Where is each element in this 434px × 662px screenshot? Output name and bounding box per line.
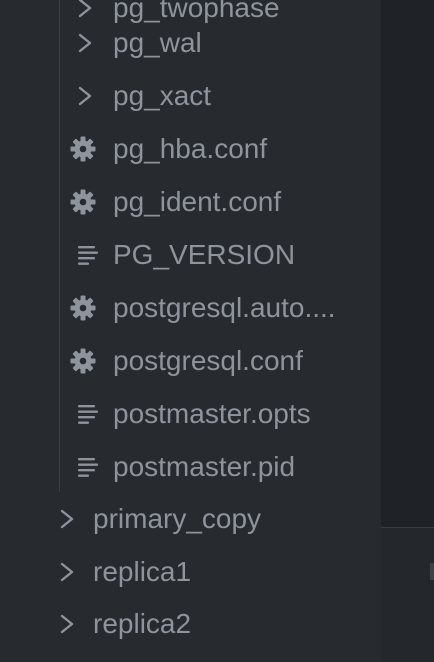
tree-item-label: postgresql.conf — [113, 344, 303, 376]
tree-item-pg-hba-conf[interactable]: pg_hba.conf — [0, 122, 381, 175]
tree-item-postmaster-pid[interactable]: postmaster.pid — [0, 440, 381, 493]
tree-item-label: replica2 — [93, 607, 192, 639]
tree-item-postgresql-auto-conf[interactable]: postgresql.auto.... — [0, 281, 381, 334]
tree-item-label: pg_wal — [113, 26, 202, 58]
tree-item-label: pg_hba.conf — [113, 132, 268, 164]
gear-icon — [70, 136, 96, 161]
chevron-right-icon[interactable] — [76, 29, 94, 57]
tree-item-postgresql-conf[interactable]: postgresql.conf — [0, 334, 381, 387]
app-window: pg_twophase pg_wal pg_xact pg_hba.conf p… — [0, 0, 434, 662]
bottom-panel — [381, 528, 434, 662]
chevron-right-icon[interactable] — [58, 505, 76, 533]
tree-item-pg-xact[interactable]: pg_xact — [0, 69, 381, 122]
tree-item-label: pg_ident.conf — [113, 185, 282, 217]
tree-item-label: postgresql.auto.... — [113, 291, 336, 323]
tree-item-replica2[interactable]: replica2 — [0, 597, 381, 650]
text-lines-icon — [78, 245, 98, 265]
text-lines-icon — [78, 404, 98, 424]
panel-edge-marker — [430, 563, 434, 580]
chevron-right-icon[interactable] — [58, 610, 76, 638]
tree-item-pg-ident-conf[interactable]: pg_ident.conf — [0, 175, 381, 228]
tree-item-pg-wal[interactable]: pg_wal — [0, 16, 381, 69]
text-lines-icon — [78, 457, 98, 477]
tree-item-label: postmaster.opts — [113, 397, 311, 429]
tree-item-postmaster-opts[interactable]: postmaster.opts — [0, 387, 381, 440]
chevron-right-icon[interactable] — [58, 558, 76, 586]
tree-item-primary-copy[interactable]: primary_copy — [0, 492, 381, 545]
gear-icon — [70, 295, 96, 320]
tree-item-label: replica1 — [93, 555, 192, 587]
gear-icon — [70, 189, 96, 214]
tree-item-pg-version[interactable]: PG_VERSION — [0, 228, 381, 281]
tree-item-label: primary_copy — [93, 502, 262, 534]
tree-item-replica1[interactable]: replica1 — [0, 545, 381, 598]
tree-item-label: PG_VERSION — [113, 238, 296, 270]
tree-item-label: pg_xact — [113, 79, 212, 111]
chevron-right-icon[interactable] — [76, 82, 94, 110]
tree-item-label: postmaster.pid — [113, 450, 296, 482]
file-explorer-panel: pg_twophase pg_wal pg_xact pg_hba.conf p… — [0, 0, 381, 662]
gear-icon — [70, 348, 96, 373]
editor-area — [381, 0, 434, 528]
